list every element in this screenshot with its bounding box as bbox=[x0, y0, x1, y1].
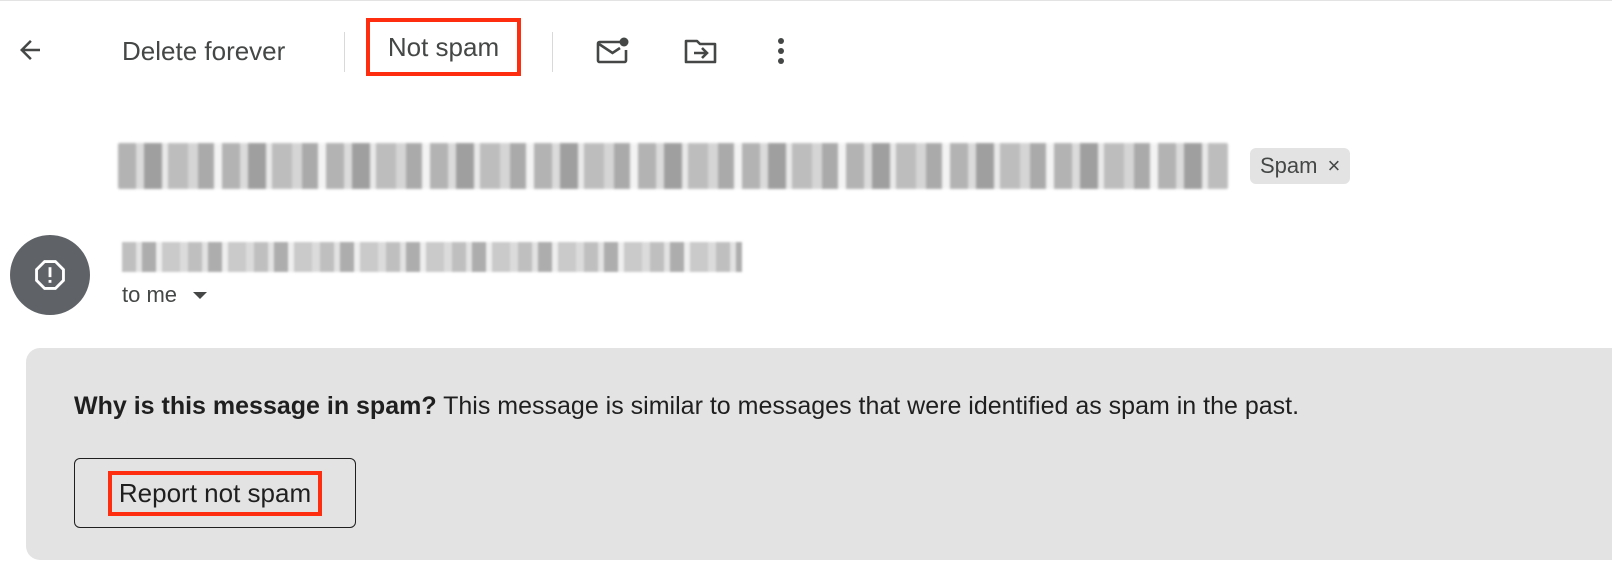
redacted-sender bbox=[122, 242, 742, 272]
more-vert-icon bbox=[778, 38, 784, 64]
spam-explanation: This message is similar to messages that… bbox=[436, 392, 1300, 420]
avatar bbox=[10, 235, 90, 315]
arrow-back-icon bbox=[20, 40, 40, 60]
mark-unread-button[interactable] bbox=[590, 28, 636, 74]
spam-question: Why is this message in spam? bbox=[74, 392, 437, 420]
report-not-spam-button[interactable]: Report not spam bbox=[74, 458, 356, 528]
more-options-button[interactable] bbox=[758, 28, 804, 74]
subject-row: Spam × bbox=[118, 141, 1351, 191]
not-spam-button[interactable]: Not spam bbox=[366, 18, 521, 76]
mark-unread-icon bbox=[596, 37, 629, 64]
remove-label-icon[interactable]: × bbox=[1327, 153, 1340, 179]
email-view: Delete forever Not spam Spam × to me Why… bbox=[0, 0, 1612, 570]
caret-down-icon bbox=[193, 291, 208, 299]
toolbar-divider bbox=[552, 32, 553, 72]
move-to-folder-icon bbox=[684, 39, 717, 64]
report-not-spam-label: Report not spam bbox=[107, 470, 323, 516]
spam-warning-icon bbox=[35, 260, 65, 290]
spam-explanation-text: Why is this message in spam? This messag… bbox=[74, 392, 1299, 421]
back-button[interactable] bbox=[8, 28, 52, 72]
message-toolbar: Delete forever Not spam bbox=[0, 1, 1612, 101]
spam-label-chip[interactable]: Spam × bbox=[1250, 148, 1351, 184]
recipient-label: to me bbox=[122, 282, 178, 307]
spam-label-text: Spam bbox=[1260, 153, 1318, 178]
toolbar-divider bbox=[344, 32, 345, 72]
recipient-details-toggle[interactable]: to me bbox=[122, 282, 208, 308]
spam-explanation-banner: Why is this message in spam? This messag… bbox=[26, 348, 1612, 560]
redacted-subject bbox=[118, 143, 1228, 189]
delete-forever-button[interactable]: Delete forever bbox=[122, 29, 285, 73]
move-to-button[interactable] bbox=[678, 28, 724, 74]
